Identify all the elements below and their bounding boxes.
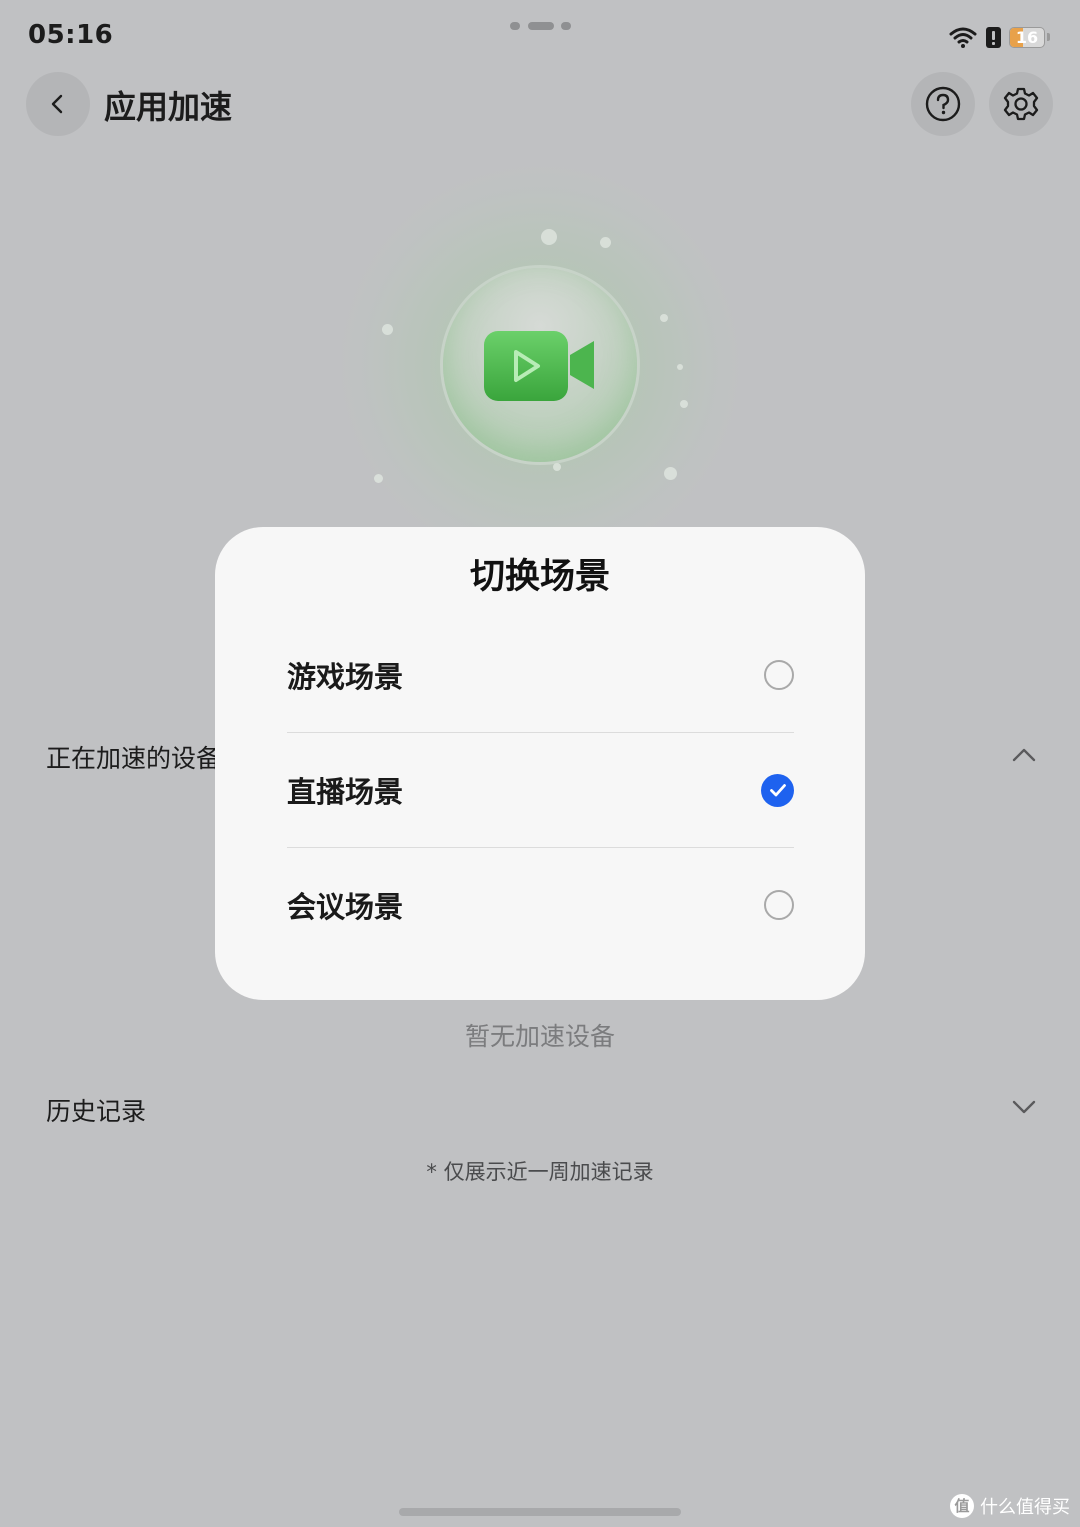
particle [374, 474, 383, 483]
page-title: 应用加速 [104, 88, 233, 126]
back-icon [51, 94, 63, 114]
check-icon [769, 784, 786, 797]
chevron-up-icon[interactable] [1010, 741, 1038, 769]
particle [553, 463, 561, 471]
particle [382, 324, 393, 335]
watermark-text: 什么值得买 [980, 1497, 1070, 1518]
scene-option-live[interactable]: 直播场景 [287, 733, 794, 847]
battery-tip [1047, 33, 1050, 41]
radio-checked[interactable] [761, 773, 794, 807]
status-icons: 16 [948, 24, 1050, 50]
history-label: 历史记录 [46, 1097, 147, 1126]
empty-devices-text: 暂无加速设备 [464, 1022, 615, 1051]
scene-option-meeting[interactable]: 会议场景 [287, 848, 794, 962]
radio-unchecked[interactable] [764, 660, 794, 690]
watermark-logo: 值 [950, 1494, 974, 1518]
scene-option-game[interactable]: 游戏场景 [287, 618, 794, 732]
option-label: 会议场景 [287, 890, 404, 924]
accelerating-devices-label: 正在加速的设备 [46, 744, 222, 773]
video-camera-icon [484, 331, 594, 401]
history-note: * 仅展示近一周加速记录 [426, 1160, 654, 1184]
dialog-title: 切换场景 [469, 557, 610, 597]
particle [660, 314, 668, 322]
help-button[interactable] [911, 72, 975, 136]
wifi-icon [949, 27, 977, 48]
particle [541, 229, 557, 245]
option-label: 直播场景 [287, 775, 404, 809]
home-indicator[interactable] [399, 1508, 681, 1516]
back-button[interactable] [26, 72, 90, 136]
watermark: 值 什么值得买 [950, 1493, 1070, 1519]
battery-icon: 16 [1009, 26, 1045, 48]
battery-level: 16 [1015, 27, 1039, 47]
multitask-handle[interactable] [510, 20, 572, 32]
settings-button[interactable] [989, 72, 1053, 136]
status-time: 05:16 [28, 20, 114, 50]
settings-icon [1003, 87, 1039, 121]
particle [600, 237, 611, 248]
sim-icon [986, 26, 1001, 48]
chevron-down-icon[interactable] [1010, 1093, 1038, 1121]
option-label: 游戏场景 [287, 660, 404, 694]
radio-unchecked[interactable] [764, 890, 794, 920]
particle [677, 364, 683, 370]
particle [680, 400, 688, 408]
particle [664, 467, 677, 480]
help-icon [925, 86, 961, 122]
